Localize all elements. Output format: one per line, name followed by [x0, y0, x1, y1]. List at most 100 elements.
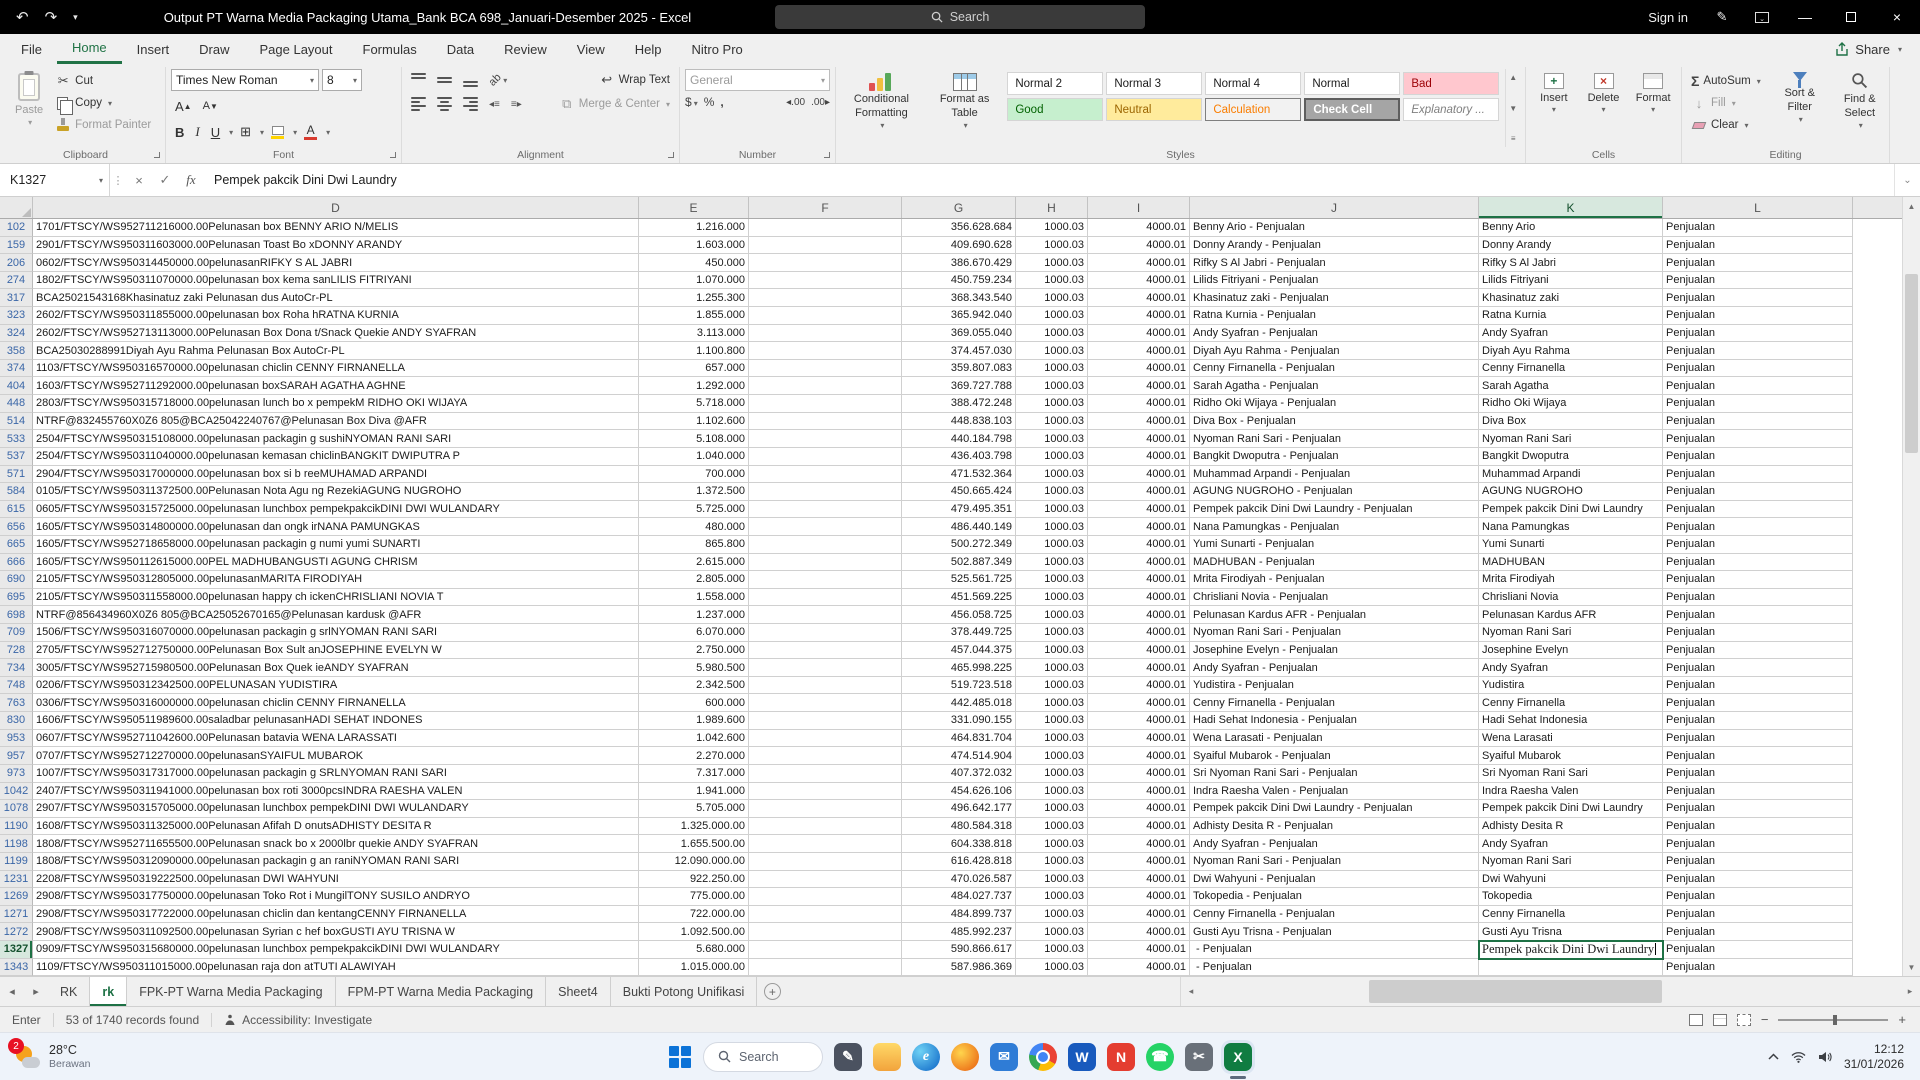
cell-e[interactable]: 1.102.600: [639, 412, 749, 431]
cell-l[interactable]: Penjualan: [1663, 377, 1853, 396]
row-header-324[interactable]: 324: [0, 324, 33, 343]
cell-i[interactable]: 4000.01: [1088, 219, 1190, 237]
orientation-icon[interactable]: ab ▾: [485, 69, 511, 91]
cell-f[interactable]: [749, 342, 902, 360]
chrome-icon[interactable]: [1029, 1042, 1057, 1071]
cell-l[interactable]: Penjualan: [1663, 729, 1853, 748]
cell-e[interactable]: 1.325.000.00: [639, 817, 749, 836]
cell-d[interactable]: BCA25021543168Khasinatuz zaki Pelunasan …: [33, 289, 639, 308]
cell-i[interactable]: 4000.01: [1088, 641, 1190, 660]
comma-style-icon[interactable]: ,: [720, 95, 723, 109]
close-button[interactable]: ×: [1874, 0, 1920, 34]
cell-k[interactable]: Pempek pakcik Dini Dwi Laundry: [1479, 500, 1663, 519]
cell-l[interactable]: Penjualan: [1663, 465, 1853, 484]
cell-l[interactable]: Penjualan: [1663, 870, 1853, 889]
cell-g[interactable]: 451.569.225: [902, 588, 1016, 607]
scroll-left-icon[interactable]: ◂: [1181, 986, 1201, 997]
cell-j[interactable]: Nyoman Rani Sari - Penjualan: [1190, 624, 1479, 642]
row-header-1078[interactable]: 1078: [0, 800, 33, 818]
cell-h[interactable]: 1000.03: [1016, 271, 1088, 290]
tab-formulas[interactable]: Formulas: [348, 34, 432, 64]
cell-g[interactable]: 457.044.375: [902, 641, 1016, 660]
cell-i[interactable]: 4000.01: [1088, 712, 1190, 730]
row-header-953[interactable]: 953: [0, 729, 33, 748]
formula-bar-grip[interactable]: ⋮: [110, 164, 126, 196]
weather-widget[interactable]: 2 28°C Berawan: [0, 1033, 104, 1080]
normal-view-icon[interactable]: [1688, 1013, 1703, 1026]
sort-filter-button[interactable]: Sort & Filter ▾: [1771, 69, 1829, 147]
cell-d[interactable]: 2901/FTSCY/WS950311603000.00Pelunasan To…: [33, 236, 639, 255]
row-header-1199[interactable]: 1199: [0, 852, 33, 871]
cell-k[interactable]: Yudistira: [1479, 676, 1663, 695]
fill-color-icon[interactable]: [267, 121, 288, 143]
align-left-icon[interactable]: [407, 93, 430, 115]
italic-button[interactable]: I: [191, 121, 203, 143]
cell-l[interactable]: Penjualan: [1663, 694, 1853, 713]
cell-e[interactable]: 1.372.500: [639, 483, 749, 501]
cell-l[interactable]: Penjualan: [1663, 905, 1853, 924]
cell-i[interactable]: 4000.01: [1088, 958, 1190, 977]
cell-k[interactable]: Wena Larasati: [1479, 729, 1663, 748]
cancel-entry-icon[interactable]: ×: [126, 164, 152, 196]
tab-view[interactable]: View: [562, 34, 620, 64]
cell-k[interactable]: Diva Box: [1479, 412, 1663, 431]
sheet-tab-fpk-pt-warna-media-packaging[interactable]: FPK-PT Warna Media Packaging: [127, 977, 336, 1006]
cell-g[interactable]: 496.642.177: [902, 800, 1016, 818]
cell-h[interactable]: 1000.03: [1016, 500, 1088, 519]
column-header-j[interactable]: J: [1190, 197, 1479, 218]
cell-f[interactable]: [749, 940, 902, 959]
cell-l[interactable]: Penjualan: [1663, 430, 1853, 448]
cell-i[interactable]: 4000.01: [1088, 852, 1190, 871]
cell-f[interactable]: [749, 571, 902, 589]
cell-j[interactable]: Syaiful Mubarok - Penjualan: [1190, 747, 1479, 765]
cell-h[interactable]: 1000.03: [1016, 553, 1088, 572]
cell-e[interactable]: 1.100.800: [639, 342, 749, 360]
cell-e[interactable]: 1.042.600: [639, 729, 749, 748]
cell-g[interactable]: 440.184.798: [902, 430, 1016, 448]
sheet-tab-fpm-pt-warna-media-packaging[interactable]: FPM-PT Warna Media Packaging: [336, 977, 547, 1006]
cell-j[interactable]: Andy Syafran - Penjualan: [1190, 659, 1479, 677]
cell-l[interactable]: Penjualan: [1663, 641, 1853, 660]
accounting-format-icon[interactable]: $ ▾: [685, 95, 698, 109]
cell-l[interactable]: Penjualan: [1663, 236, 1853, 255]
cell-l[interactable]: Penjualan: [1663, 764, 1853, 783]
cell-e[interactable]: 1.216.000: [639, 219, 749, 237]
cell-g[interactable]: 471.532.364: [902, 465, 1016, 484]
cell-j[interactable]: Ridho Oki Wijaya - Penjualan: [1190, 395, 1479, 413]
fill-button[interactable]: ↓ Fill ▾: [1687, 93, 1765, 113]
cell-e[interactable]: 5.718.000: [639, 395, 749, 413]
cell-d[interactable]: 2908/FTSCY/WS950317750000.00pelunasan To…: [33, 888, 639, 906]
vertical-scroll-thumb[interactable]: [1905, 274, 1918, 453]
cell-f[interactable]: [749, 659, 902, 677]
style-normal-2[interactable]: Normal 2: [1007, 72, 1104, 95]
cell-j[interactable]: Lilids Fitriyani - Penjualan: [1190, 271, 1479, 290]
style-neutral[interactable]: Neutral: [1106, 98, 1203, 121]
volume-icon[interactable]: [1818, 1051, 1832, 1063]
cell-i[interactable]: 4000.01: [1088, 447, 1190, 466]
cell-g[interactable]: 456.058.725: [902, 606, 1016, 625]
cell-d[interactable]: 2908/FTSCY/WS950311092500.00pelunasan Sy…: [33, 923, 639, 941]
cell-k[interactable]: Gusti Ayu Trisna: [1479, 923, 1663, 941]
row-header-317[interactable]: 317: [0, 289, 33, 308]
cell-k[interactable]: Nyoman Rani Sari: [1479, 624, 1663, 642]
cell-k[interactable]: Ratna Kurnia: [1479, 307, 1663, 325]
cell-k[interactable]: Pempek pakcik Dini Dwi Laundry: [1479, 800, 1663, 818]
column-header-l[interactable]: L: [1663, 197, 1853, 218]
wifi-icon[interactable]: [1791, 1051, 1806, 1063]
cell-e[interactable]: 3.113.000: [639, 324, 749, 343]
cell-h[interactable]: 1000.03: [1016, 219, 1088, 237]
cell-h[interactable]: 1000.03: [1016, 518, 1088, 536]
cell-j[interactable]: Dwi Wahyuni - Penjualan: [1190, 870, 1479, 889]
cell-k[interactable]: Bangkit Dwoputra: [1479, 447, 1663, 466]
cell-k[interactable]: Dwi Wahyuni: [1479, 870, 1663, 889]
cell-f[interactable]: [749, 518, 902, 536]
word-icon[interactable]: W: [1068, 1042, 1096, 1071]
tab-insert[interactable]: Insert: [122, 34, 185, 64]
cell-j[interactable]: Hadi Sehat Indonesia - Penjualan: [1190, 712, 1479, 730]
cell-j[interactable]: Pempek pakcik Dini Dwi Laundry - Penjual…: [1190, 500, 1479, 519]
bottom-align-icon[interactable]: [459, 69, 482, 91]
cell-k[interactable]: Andy Syafran: [1479, 659, 1663, 677]
cell-i[interactable]: 4000.01: [1088, 254, 1190, 272]
cell-h[interactable]: 1000.03: [1016, 588, 1088, 607]
cell-j[interactable]: Ratna Kurnia - Penjualan: [1190, 307, 1479, 325]
